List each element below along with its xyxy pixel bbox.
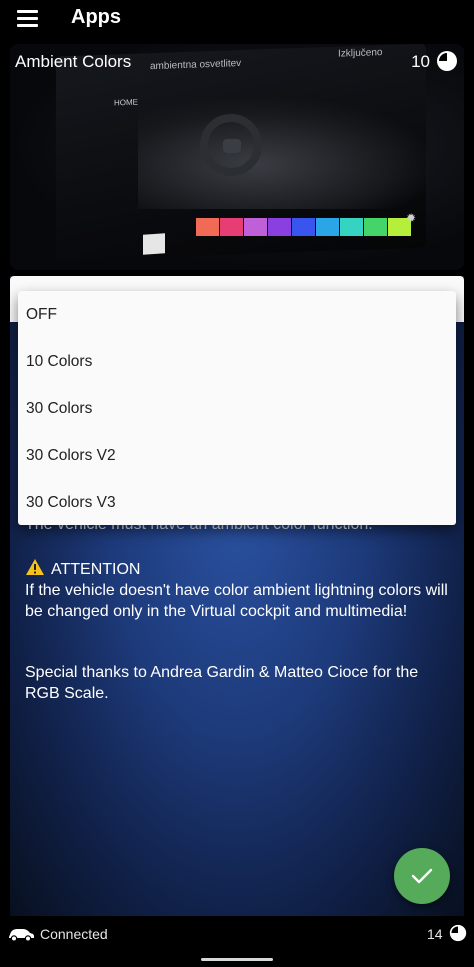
dashboard-image [138,99,428,209]
mode-dropdown-menu: OFF 10 Colors 30 Colors 30 Colors V2 30 … [18,291,456,525]
dropdown-option-off[interactable]: OFF [18,291,456,338]
pie-icon [449,924,467,942]
color-swatch [292,218,315,236]
screen-header-text: ambientna osvetlitev [150,57,242,73]
color-swatch [316,218,339,236]
thanks-text: Special thanks to Andrea Gardin & Matteo… [25,664,419,702]
color-swatch [268,218,291,236]
dropdown-option-10-colors[interactable]: 10 Colors [18,338,456,385]
connection-status: Connected [40,926,108,942]
dropdown-option-30-colors[interactable]: 30 Colors [18,385,456,432]
color-swatch-strip [196,218,412,236]
screen-home-text: HOME [114,97,138,108]
color-swatch [220,218,243,236]
home-indicator[interactable] [201,958,273,961]
check-icon [411,868,433,884]
attention-title: ATTENTION [51,561,141,578]
brightness-icon: ✹ [406,211,417,225]
color-swatch [340,218,363,236]
car-icon [9,929,34,942]
attention-block: ATTENTION If the vehicle doesn't have co… [25,558,455,622]
ambient-colors-card: ambientna osvetlitev Izključeno HOME ✹ A… [10,44,464,270]
screen-off-text: Izključeno [338,47,383,60]
app-title: Apps [71,6,121,28]
app-bar: Apps [0,0,474,40]
card-title: Ambient Colors [15,52,132,71]
color-swatch [244,218,267,236]
status-count: 14 [427,926,443,942]
white-swatch [143,233,165,255]
card-count: 10 [411,52,430,71]
dropdown-option-30-colors-v2[interactable]: 30 Colors V2 [18,432,456,479]
attention-body: If the vehicle doesn't have color ambien… [25,582,448,620]
warning-icon [26,559,44,575]
color-swatch [196,218,219,236]
confirm-button[interactable] [394,848,450,904]
pie-icon [437,51,457,71]
color-swatch [364,218,387,236]
dropdown-option-30-colors-v3[interactable]: 30 Colors V3 [18,479,456,526]
steering-hub [223,139,241,153]
hamburger-menu-icon[interactable] [17,10,38,27]
